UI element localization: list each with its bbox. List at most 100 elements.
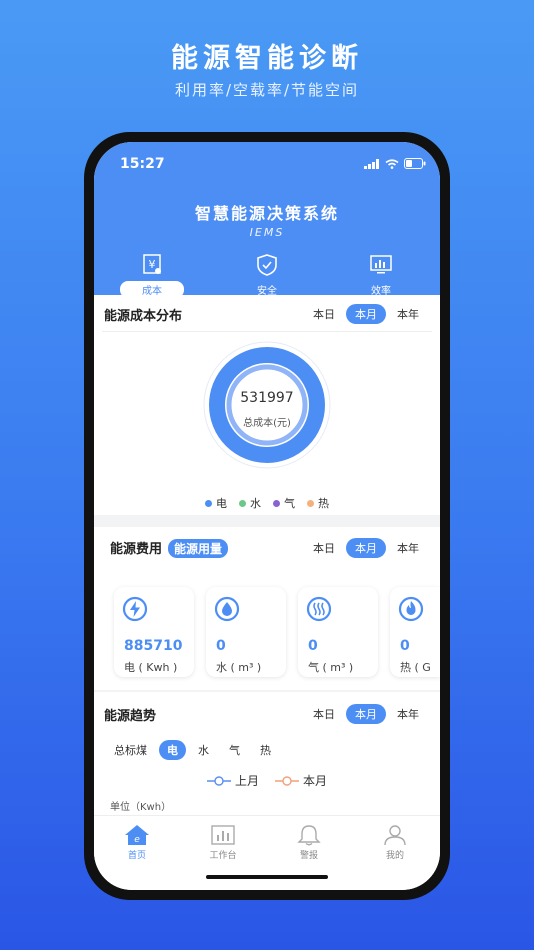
period-year[interactable]: 本年 bbox=[388, 304, 428, 324]
period-month[interactable]: 本月 bbox=[346, 538, 386, 558]
bell-icon bbox=[297, 825, 321, 846]
period-day[interactable]: 本日 bbox=[304, 304, 344, 324]
period-month[interactable]: 本月 bbox=[346, 304, 386, 324]
energy-value: 0 bbox=[400, 638, 410, 654]
period-year[interactable]: 本年 bbox=[388, 538, 428, 558]
legend-item: 水 bbox=[239, 495, 261, 511]
fee-section-title: 能源费用 能源用量 bbox=[110, 538, 229, 558]
legend-dot bbox=[239, 499, 246, 507]
nav-home[interactable]: e 首页 bbox=[97, 824, 177, 861]
legend-dot bbox=[205, 499, 212, 507]
workbench-icon bbox=[211, 825, 235, 845]
legend-item: 电 bbox=[205, 495, 227, 511]
energy-trend-card: 能源趋势 本日 本月 本年 总标煤 电 水 气 热 上月 本月 单位（Kwh） bbox=[94, 692, 440, 815]
main-content: 能源成本分布 本日 本月 本年 531997 总成本(元) 电 水 气 热 能源… bbox=[94, 295, 440, 815]
promo-subtitle: 利用率/空载率/节能空间 bbox=[174, 81, 360, 99]
legend-dot bbox=[273, 499, 280, 507]
period-month[interactable]: 本月 bbox=[346, 704, 386, 724]
total-cost-label: 总成本(元) bbox=[243, 418, 291, 429]
status-time: 15:27 bbox=[120, 156, 165, 172]
phone-screen: 15:27 智慧能源决策系统 IEMS ¥ 成本 安全 效率 能源成本分布 本日… bbox=[94, 142, 440, 890]
nav-profile[interactable]: 我的 bbox=[355, 824, 435, 861]
energy-value: 0 bbox=[216, 638, 226, 654]
promo-title: 能源智能诊断 bbox=[171, 43, 363, 74]
trend-legend: 上月 本月 bbox=[94, 772, 440, 789]
usage-tab[interactable]: 能源用量 bbox=[168, 539, 229, 558]
svg-text:e: e bbox=[134, 835, 140, 845]
legend-last-month: 上月 bbox=[206, 772, 259, 789]
period-year[interactable]: 本年 bbox=[388, 704, 428, 724]
nav-workbench[interactable]: 工作台 bbox=[183, 824, 263, 861]
nav-home-label: 首页 bbox=[127, 851, 146, 861]
app-subtitle: IEMS bbox=[249, 226, 285, 239]
water-drop-icon bbox=[214, 596, 240, 622]
energy-card-water[interactable]: 0 水 ( m³ ) bbox=[206, 587, 286, 677]
line-marker-icon bbox=[206, 775, 231, 786]
category-electricity[interactable]: 电 bbox=[159, 740, 186, 760]
category-water[interactable]: 水 bbox=[190, 740, 217, 760]
energy-unit: 气 ( m³ ) bbox=[308, 661, 354, 674]
monitor-chart-icon bbox=[370, 255, 392, 274]
app-title: 智慧能源决策系统 bbox=[194, 204, 339, 223]
tab-safety[interactable]: 安全 bbox=[227, 254, 307, 298]
divider bbox=[102, 331, 432, 332]
flame-icon bbox=[398, 596, 424, 622]
cost-period-selector: 本日 本月 本年 bbox=[302, 304, 428, 324]
signal-icon bbox=[364, 158, 379, 169]
nav-workbench-label: 工作台 bbox=[209, 851, 237, 861]
tab-efficiency[interactable]: 效率 bbox=[341, 254, 421, 298]
wifi-icon bbox=[385, 158, 399, 169]
category-heat[interactable]: 热 bbox=[252, 740, 279, 760]
trend-category-selector: 总标煤 电 水 气 热 bbox=[114, 740, 283, 760]
energy-card-electricity[interactable]: 885710 电 ( Kwh ) bbox=[114, 587, 194, 677]
legend-label: 水 bbox=[250, 497, 261, 510]
legend-label: 电 bbox=[216, 497, 227, 510]
legend-label: 上月 bbox=[234, 774, 259, 788]
nav-profile-label: 我的 bbox=[385, 851, 404, 861]
legend-dot bbox=[307, 499, 314, 507]
legend-label: 本月 bbox=[303, 774, 328, 788]
home-indicator bbox=[206, 875, 328, 879]
energy-card-gas[interactable]: 0 气 ( m³ ) bbox=[298, 587, 378, 677]
yen-icon: ¥ bbox=[143, 254, 161, 274]
user-icon bbox=[384, 825, 406, 846]
line-marker-icon bbox=[275, 775, 299, 786]
home-icon: e bbox=[125, 825, 149, 845]
gas-waves-icon bbox=[306, 596, 332, 622]
app-header: 15:27 智慧能源决策系统 IEMS ¥ 成本 安全 效率 bbox=[94, 142, 440, 298]
legend-label: 热 bbox=[318, 497, 329, 510]
energy-value: 885710 bbox=[124, 638, 183, 654]
trend-period-selector: 本日 本月 本年 bbox=[302, 704, 428, 724]
nav-alarm[interactable]: 警报 bbox=[269, 824, 349, 861]
nav-alarm-label: 警报 bbox=[299, 851, 318, 861]
period-day[interactable]: 本日 bbox=[304, 704, 344, 724]
legend-this-month: 本月 bbox=[275, 772, 327, 789]
fee-period-selector: 本日 本月 本年 bbox=[302, 538, 428, 558]
battery-icon bbox=[404, 158, 426, 169]
energy-fee-card: 能源费用 能源用量 本日 本月 本年 885710 电 ( Kwh ) 0 水 … bbox=[94, 527, 440, 690]
lightning-icon bbox=[122, 596, 148, 622]
energy-unit: 热 ( G bbox=[400, 661, 431, 674]
category-gas[interactable]: 气 bbox=[221, 740, 248, 760]
category-total-coal[interactable]: 总标煤 bbox=[114, 740, 155, 760]
energy-unit: 水 ( m³ ) bbox=[216, 661, 262, 674]
tab-cost[interactable]: ¥ 成本 bbox=[112, 254, 192, 298]
shield-check-icon bbox=[257, 254, 277, 276]
cost-section-title: 能源成本分布 bbox=[104, 309, 183, 324]
total-cost-value: 531997 bbox=[240, 390, 294, 406]
status-icons bbox=[364, 158, 426, 169]
cost-legend: 电 水 气 热 bbox=[94, 495, 440, 511]
legend-label: 气 bbox=[284, 497, 295, 510]
phone-frame: 15:27 智慧能源决策系统 IEMS ¥ 成本 安全 效率 能源成本分布 本日… bbox=[84, 132, 450, 900]
legend-item: 热 bbox=[307, 495, 329, 511]
period-day[interactable]: 本日 bbox=[304, 538, 344, 558]
svg-text:¥: ¥ bbox=[149, 258, 156, 271]
trend-section-title: 能源趋势 bbox=[104, 709, 157, 724]
energy-card-heat[interactable]: 0 热 ( G bbox=[390, 587, 440, 677]
cost-distribution-card: 能源成本分布 本日 本月 本年 531997 总成本(元) 电 水 气 热 bbox=[94, 295, 440, 515]
energy-value: 0 bbox=[308, 638, 318, 654]
fee-title-text: 能源费用 bbox=[110, 542, 163, 557]
legend-item: 气 bbox=[273, 495, 295, 511]
trend-unit-label: 单位（Kwh） bbox=[110, 802, 172, 813]
energy-unit: 电 ( Kwh ) bbox=[124, 661, 178, 674]
